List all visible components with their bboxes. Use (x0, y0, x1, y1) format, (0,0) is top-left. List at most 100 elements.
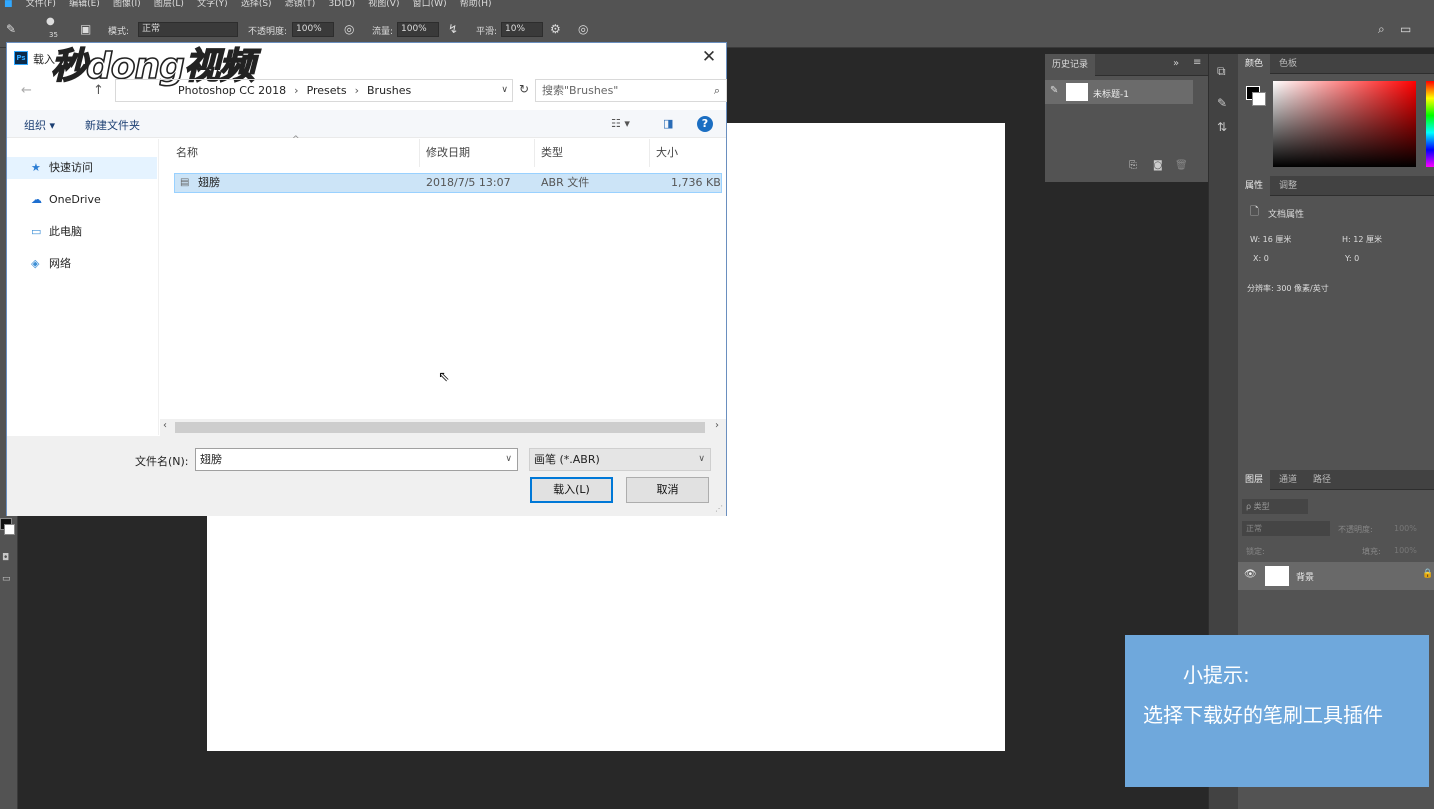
menu-type[interactable]: 文字(Y) (197, 0, 228, 9)
refresh-icon[interactable]: ↻ (515, 79, 533, 102)
document-icon: 🗋 (1250, 205, 1259, 218)
trash-icon[interactable]: 🗑 (1175, 160, 1188, 171)
brush-panel-icon[interactable]: ▣ (80, 22, 91, 36)
close-button[interactable]: ✕ (697, 47, 721, 69)
tab-paths[interactable]: 路径 (1306, 470, 1338, 490)
breadcrumb-photoshop[interactable]: Photoshop CC 2018 (178, 84, 286, 97)
screen-mode-icon[interactable]: ▭ (2, 574, 11, 584)
background-color-swatch[interactable] (4, 524, 15, 535)
adjustments-icon[interactable]: ⇅ (1217, 120, 1227, 134)
prop-width[interactable]: W: 16 厘米 (1250, 234, 1291, 245)
new-folder-button[interactable]: 新建文件夹 (85, 117, 140, 133)
mode-value: 正常 (142, 24, 161, 34)
tab-properties[interactable]: 属性 (1238, 176, 1271, 196)
opacity-input[interactable]: 100% (292, 22, 334, 37)
new-document-icon[interactable]: ⎘ (1129, 160, 1137, 171)
smooth-label: 平滑: (476, 27, 498, 37)
network-icon: ◈ (31, 257, 40, 270)
hue-slider[interactable] (1426, 81, 1434, 167)
menu-layer[interactable]: 图层(L) (154, 0, 184, 9)
tab-history[interactable]: 历史记录 (1045, 54, 1095, 76)
cancel-button[interactable]: 取消 (626, 477, 709, 503)
gear-icon[interactable]: ⚙ (550, 22, 561, 36)
filename-dropdown-icon[interactable]: ∨ (505, 449, 512, 470)
organize-button[interactable]: 组织 ▾ (24, 117, 55, 133)
layer-opacity-value[interactable]: 100% (1394, 524, 1417, 533)
prop-height[interactable]: H: 12 厘米 (1342, 234, 1382, 245)
search-input[interactable]: 搜索"Brushes" ⌕ (535, 79, 727, 102)
menu-filter[interactable]: 滤镜(T) (285, 0, 316, 9)
blend-mode-select[interactable]: 正常 (1242, 521, 1330, 536)
menu-view[interactable]: 视图(V) (368, 0, 399, 9)
brush-settings-icon[interactable]: ✎ (1217, 96, 1227, 110)
color-field[interactable] (1273, 81, 1416, 167)
menu-file[interactable]: 文件(F) (26, 0, 56, 9)
visibility-eye-icon[interactable]: 👁 (1244, 569, 1257, 580)
view-options-icon[interactable]: ☷ ▾ (611, 117, 630, 130)
nav-network-label: 网络 (49, 257, 71, 270)
col-size[interactable]: 大小 (650, 139, 726, 167)
menu-image[interactable]: 图像(I) (113, 0, 141, 9)
panel-menu-icon[interactable]: ≡ (1193, 57, 1201, 68)
bg-color-chip[interactable] (1252, 92, 1266, 106)
smooth-input[interactable]: 10% (501, 22, 543, 37)
menu-select[interactable]: 选择(S) (241, 0, 272, 9)
scroll-thumb[interactable] (175, 422, 705, 433)
workspace-icon[interactable]: ▭ (1400, 22, 1411, 36)
scroll-right-icon[interactable]: › (715, 420, 719, 431)
nav-onedrive[interactable]: ☁ OneDrive (7, 189, 157, 211)
address-bar[interactable]: Photoshop CC 2018 › Presets › Brushes ∨ (115, 79, 513, 102)
layer-filter-select[interactable]: ρ 类型 (1242, 499, 1308, 514)
file-size: 1,736 KB (671, 176, 721, 189)
airbrush-icon[interactable]: ↯ (448, 22, 458, 36)
col-name[interactable]: 名称 (160, 139, 420, 167)
nav-this-pc[interactable]: ▭ 此电脑 (7, 221, 157, 243)
tip-overlay: 小提示: 选择下载好的笔刷工具插件 (1125, 635, 1429, 787)
prop-y[interactable]: Y: 0 (1345, 254, 1359, 263)
menu-help[interactable]: 帮助(H) (460, 0, 492, 9)
nav-quick-access[interactable]: ★ 快速访问 (7, 157, 157, 179)
up-arrow-icon[interactable]: ↑ (93, 83, 104, 98)
quick-mask-icon[interactable]: ◘ (2, 553, 9, 563)
filename-input[interactable]: 翅膀 ∨ (195, 448, 518, 471)
prop-x[interactable]: X: 0 (1253, 254, 1269, 263)
history-panel-icon[interactable]: ⧉ (1217, 64, 1226, 79)
load-button[interactable]: 载入(L) (530, 477, 613, 503)
pressure-size-icon[interactable]: ◎ (578, 22, 588, 36)
filename-label: 文件名(N): (135, 455, 189, 468)
menu-3d[interactable]: 3D(D) (328, 0, 355, 9)
breadcrumb-brushes[interactable]: Brushes (367, 84, 411, 97)
collapse-icon[interactable]: » (1173, 58, 1179, 69)
nav-network[interactable]: ◈ 网络 (7, 253, 157, 275)
snapshot-camera-icon[interactable]: ◙ (1153, 160, 1163, 171)
back-arrow-icon[interactable]: ← (21, 83, 32, 98)
tab-swatches[interactable]: 色板 (1272, 54, 1304, 74)
col-date[interactable]: 修改日期 (420, 139, 535, 167)
file-row[interactable]: ▤ 翅膀 2018/7/5 13:07 ABR 文件 1,736 KB (174, 173, 722, 193)
scroll-left-icon[interactable]: ‹ (163, 420, 167, 431)
tab-layers[interactable]: 图层 (1238, 470, 1271, 490)
preview-pane-icon[interactable]: ◨ (663, 117, 673, 130)
menu-window[interactable]: 窗口(W) (413, 0, 447, 9)
brush-tool-icon[interactable]: ✎ (6, 22, 16, 36)
help-icon[interactable]: ? (697, 116, 713, 132)
fill-value[interactable]: 100% (1394, 546, 1417, 555)
cloud-icon: ☁ (31, 193, 42, 206)
history-snapshot[interactable]: ✎ 未标题-1 (1045, 80, 1193, 104)
search-icon[interactable]: ⌕ (1378, 22, 1385, 37)
pressure-opacity-icon[interactable]: ◎ (344, 22, 354, 36)
col-type[interactable]: 类型 (535, 139, 650, 167)
resize-grip-icon[interactable]: ⋰ (715, 504, 723, 513)
tab-color[interactable]: 颜色 (1238, 54, 1271, 74)
tab-channels[interactable]: 通道 (1272, 470, 1304, 490)
tab-adjustments[interactable]: 调整 (1272, 176, 1304, 196)
address-dropdown-icon[interactable]: ∨ (501, 80, 508, 101)
breadcrumb-presets[interactable]: Presets (307, 84, 347, 97)
brush-preset-icon[interactable]: ● (46, 16, 55, 27)
menu-edit[interactable]: 编辑(E) (69, 0, 100, 9)
flow-input[interactable]: 100% (397, 22, 439, 37)
layer-row[interactable]: 👁 背景 🔒 (1238, 562, 1434, 590)
filetype-select[interactable]: 画笔 (*.ABR) ∨ (529, 448, 711, 471)
mode-select[interactable]: 正常 (138, 22, 238, 37)
horizontal-scrollbar[interactable]: ‹ › (160, 419, 726, 436)
